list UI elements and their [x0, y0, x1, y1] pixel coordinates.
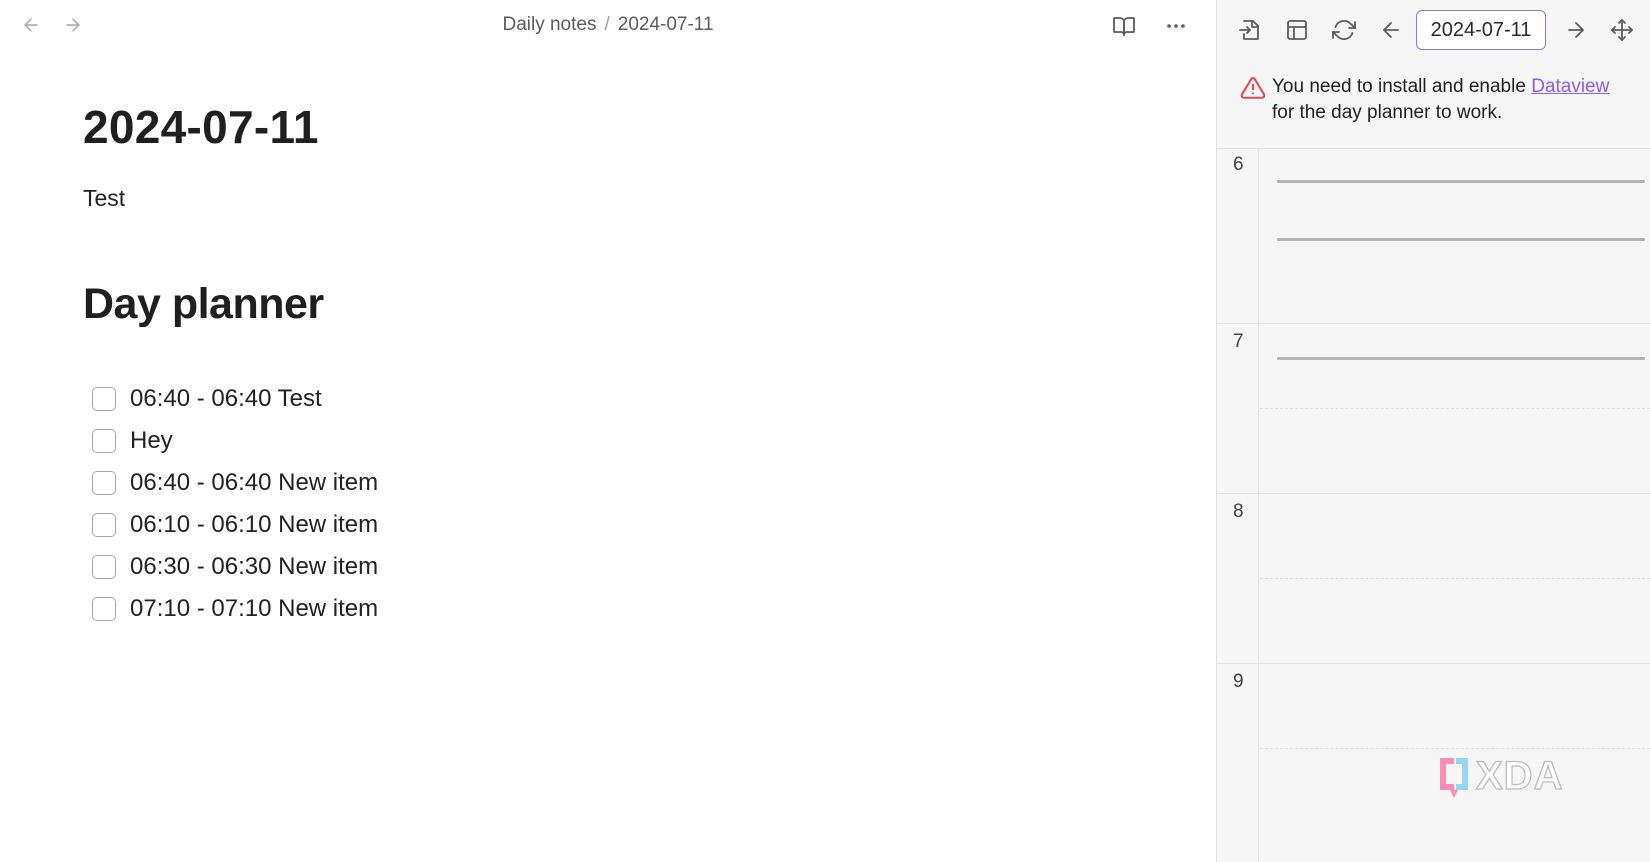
- date-picker-button[interactable]: 2024-07-11: [1416, 10, 1546, 50]
- move-button[interactable]: [1608, 16, 1636, 44]
- watermark-text: XDA: [1476, 754, 1563, 798]
- arrow-right-icon: [1568, 22, 1584, 38]
- task-item: 06:30 - 06:30 New item: [92, 546, 378, 588]
- timeline-task-marker[interactable]: [1277, 180, 1645, 183]
- task-checkbox[interactable]: [92, 513, 116, 537]
- task-item: 06:40 - 06:40 Test: [92, 378, 378, 420]
- alert-triangle-icon: [1240, 77, 1266, 99]
- more-horizontal-icon: [1167, 24, 1185, 28]
- warning-text-after: for the day planner to work.: [1272, 102, 1503, 123]
- task-item: Hey: [92, 420, 378, 462]
- timeline-task-marker[interactable]: [1277, 357, 1645, 360]
- hour-divider: [1217, 493, 1650, 494]
- day-planner-panel: 2024-07-11 You need to install and enabl…: [1217, 0, 1650, 862]
- warning-message: You need to install and enable Dataview f…: [1272, 74, 1644, 126]
- reading-view-button[interactable]: [1110, 12, 1138, 40]
- timeline-layout-button[interactable]: [1283, 16, 1311, 44]
- more-options-button[interactable]: [1162, 12, 1190, 40]
- note-title: 2024-07-11: [83, 101, 319, 153]
- half-hour-divider: [1260, 408, 1650, 409]
- hour-divider: [1217, 323, 1650, 324]
- task-item: 06:10 - 06:10 New item: [92, 504, 378, 546]
- next-day-button[interactable]: [1562, 16, 1590, 44]
- layout-icon: [1287, 20, 1307, 40]
- breadcrumb-file[interactable]: 2024-07-11: [618, 14, 714, 35]
- hour-label: 8: [1233, 501, 1244, 522]
- task-text: 06:40 - 06:40 Test: [130, 385, 322, 412]
- task-checkbox[interactable]: [92, 429, 116, 453]
- task-text: 06:10 - 06:10 New item: [130, 511, 379, 538]
- planner-toolbar: 2024-07-11: [1217, 0, 1650, 60]
- task-text: Hey: [130, 427, 173, 454]
- book-open-icon: [1113, 17, 1135, 36]
- refresh-icon: [1332, 20, 1356, 40]
- breadcrumb: Daily notes / 2024-07-11: [0, 14, 1216, 36]
- warning-text-before: You need to install and enable: [1272, 76, 1532, 97]
- hour-label: 7: [1233, 331, 1244, 352]
- breadcrumb-separator: /: [604, 14, 610, 35]
- editor-header: Daily notes / 2024-07-11: [0, 0, 1216, 52]
- breadcrumb-folder[interactable]: Daily notes: [502, 14, 596, 35]
- xda-watermark-logo: XDA: [1440, 753, 1563, 799]
- hour-label: 6: [1233, 154, 1244, 175]
- task-checkbox[interactable]: [92, 597, 116, 621]
- task-text: 07:10 - 07:10 New item: [130, 595, 379, 622]
- half-hour-divider: [1260, 578, 1650, 579]
- dataview-warning: You need to install and enable Dataview f…: [1217, 62, 1650, 148]
- task-list: 06:40 - 06:40 Test Hey 06:40 - 06:40 New…: [92, 378, 378, 630]
- editor-pane: Daily notes / 2024-07-11 2024-07-11 Test D…: [0, 0, 1216, 862]
- previous-day-button[interactable]: [1377, 16, 1405, 44]
- section-heading: Day planner: [83, 280, 324, 328]
- arrow-left-icon: [1383, 22, 1399, 38]
- app-window: Daily notes / 2024-07-11 2024-07-11 Test D…: [0, 0, 1650, 862]
- task-item: 06:40 - 06:40 New item: [92, 462, 378, 504]
- hour-divider: [1217, 663, 1650, 664]
- task-checkbox[interactable]: [92, 555, 116, 579]
- hour-label: 9: [1233, 671, 1244, 692]
- open-note-icon: [1239, 20, 1259, 40]
- task-text: 06:30 - 06:30 New item: [130, 553, 379, 580]
- task-checkbox[interactable]: [92, 471, 116, 495]
- timeline-task-marker[interactable]: [1277, 238, 1645, 241]
- task-checkbox[interactable]: [92, 387, 116, 411]
- task-text: 06:40 - 06:40 New item: [130, 469, 379, 496]
- dataview-link[interactable]: Dataview: [1531, 76, 1609, 97]
- move-icon: [1611, 19, 1633, 41]
- open-note-button[interactable]: [1236, 16, 1264, 44]
- refresh-button[interactable]: [1330, 16, 1358, 44]
- task-item: 07:10 - 07:10 New item: [92, 588, 378, 630]
- note-paragraph: Test: [83, 185, 126, 211]
